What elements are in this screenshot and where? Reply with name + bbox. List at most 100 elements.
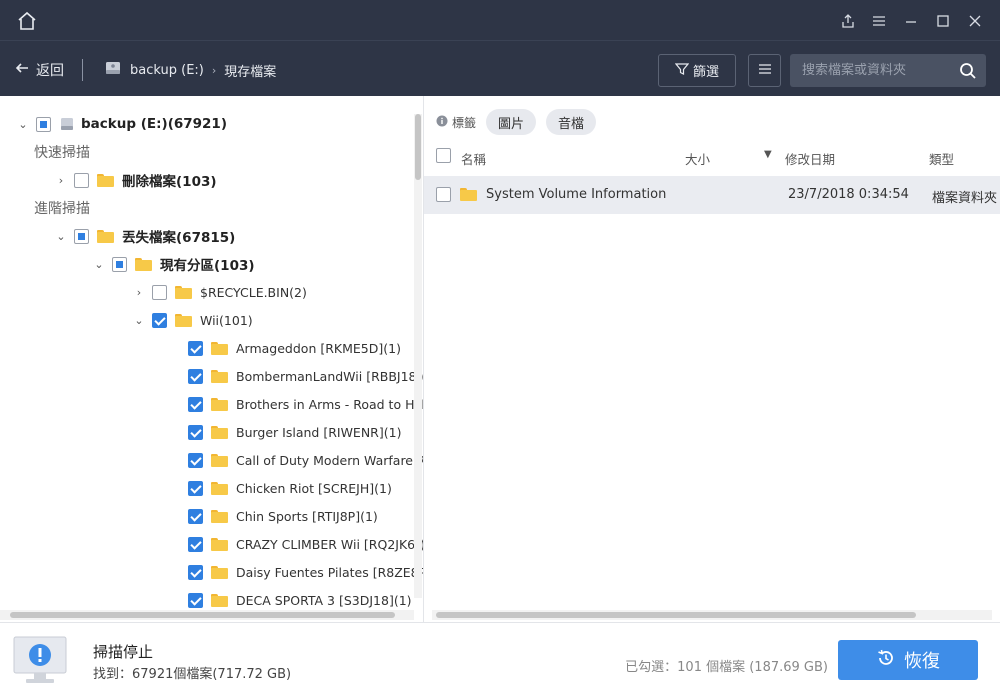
scrollbar-thumb[interactable] (436, 612, 916, 618)
tree-checkbox[interactable] (188, 396, 203, 412)
tree-item-label: 丟失檔案(67815) (122, 230, 236, 246)
breadcrumb-drive[interactable]: backup (E:) (130, 63, 204, 78)
chevron-down-icon[interactable]: ⌄ (92, 257, 106, 271)
folder-icon (211, 453, 228, 467)
tree-item-label: Armageddon [RKME5D](1) (236, 340, 401, 356)
list-icon (758, 62, 772, 80)
home-icon[interactable] (16, 10, 38, 32)
back-button[interactable]: 返回 (14, 59, 64, 81)
tree-item-game[interactable]: Chin Sports [RTIJ8P](1) (188, 502, 378, 530)
folder-icon (211, 565, 228, 579)
folder-icon (211, 481, 228, 495)
tree-item-game[interactable]: Daisy Fuentes Pilates [R8ZE8P](1) (188, 558, 423, 586)
chevron-down-icon[interactable]: ⌄ (16, 117, 30, 131)
tree-checkbox[interactable] (188, 536, 203, 552)
folder-icon (211, 341, 228, 355)
folder-icon (175, 313, 192, 327)
search-input[interactable] (790, 54, 950, 87)
back-label: 返回 (36, 63, 64, 79)
maximize-icon[interactable] (932, 10, 954, 32)
tree-item-label: Chin Sports [RTIJ8P](1) (236, 508, 378, 524)
tree-item-deleted[interactable]: › 刪除檔案(103) (54, 166, 217, 194)
tree-checkbox[interactable] (188, 368, 203, 384)
column-size[interactable]: 大小 (685, 149, 710, 168)
scrollbar-thumb[interactable] (415, 114, 421, 180)
row-checkbox[interactable] (436, 187, 451, 202)
tree-item-game[interactable]: Brothers in Arms - Road to Hill... (188, 390, 424, 418)
tree-horizontal-scrollbar[interactable] (0, 610, 414, 620)
found-count: 找到：67921個檔案(717.72 GB) (93, 667, 292, 682)
tree-item-game[interactable]: Call of Duty Modern Warfare R... (188, 446, 423, 474)
tree-root[interactable]: ⌄ backup (E:)(67921) (16, 110, 227, 138)
minimize-icon[interactable] (900, 10, 922, 32)
tag-pill-audio[interactable]: 音檔 (546, 109, 597, 135)
cell-modified: 23/7/2018 0:34:54 (788, 187, 909, 202)
tree-item-label: BombermanLandWii [RBBJ18](1) (236, 368, 424, 384)
tree-vertical-scrollbar[interactable] (414, 114, 422, 598)
tree-item-game[interactable]: Burger Island [RIWENR](1) (188, 418, 401, 446)
tree-checkbox[interactable] (112, 256, 127, 272)
tree-checkbox[interactable] (188, 452, 203, 468)
column-type[interactable]: 類型 (929, 149, 954, 168)
tree-checkbox[interactable] (74, 228, 89, 244)
chevron-right-icon[interactable]: › (54, 173, 68, 187)
hamburger-icon[interactable] (868, 10, 890, 32)
tag-pill-images[interactable]: 圖片 (486, 109, 537, 135)
tree-checkbox[interactable] (188, 424, 203, 440)
breadcrumb-current: 現存檔案 (224, 64, 277, 80)
tree-checkbox[interactable] (188, 564, 203, 580)
filter-icon (674, 62, 690, 80)
tree-item-recycle[interactable]: › $RECYCLE.BIN(2) (132, 278, 307, 306)
tree-item-game[interactable]: Armageddon [RKME5D](1) (188, 334, 401, 362)
filter-button[interactable]: 篩選 (658, 54, 736, 87)
status-footer: 掃描停止 找到：67921個檔案(717.72 GB) 已勾選：101 個檔案 … (0, 622, 1000, 700)
sort-down-icon[interactable]: ▼ (764, 149, 772, 160)
tag-filter-bar: 標籤 圖片 音檔 (436, 109, 597, 135)
tree-item-label: 現有分區(103) (160, 258, 255, 274)
filter-label: 篩選 (692, 65, 719, 80)
tree-checkbox[interactable] (188, 340, 203, 356)
tree-item-game[interactable]: Chicken Riot [SCREJH](1) (188, 474, 392, 502)
tree-item-label: Brothers in Arms - Road to Hill... (236, 396, 424, 412)
tree-item-label: Wii(101) (200, 312, 253, 328)
tree-checkbox[interactable] (188, 508, 203, 524)
tree-item-label: Burger Island [RIWENR](1) (236, 424, 402, 440)
tree-checkbox[interactable] (36, 116, 51, 132)
folder-icon (211, 369, 228, 383)
drive-icon (104, 59, 122, 81)
table-header: 名稱 大小 ▼ 修改日期 類型 (424, 144, 1000, 170)
close-icon[interactable] (964, 10, 986, 32)
chevron-down-icon[interactable]: ⌄ (54, 229, 68, 243)
view-menu-button[interactable] (748, 54, 781, 87)
tree-item-wii[interactable]: ⌄ Wii(101) (132, 306, 253, 334)
table-row[interactable]: System Volume Information 23/7/2018 0:34… (424, 176, 1000, 214)
column-name[interactable]: 名稱 (461, 149, 486, 168)
column-modified[interactable]: 修改日期 (785, 149, 835, 168)
recover-button[interactable]: 恢復 (838, 640, 978, 680)
file-list-panel: 標籤 圖片 音檔 名稱 大小 ▼ 修改日期 類型 System Volume I… (424, 96, 1000, 622)
tree-item-game[interactable]: CRAZY CLIMBER Wii [RQ2JK6](1) (188, 530, 424, 558)
tree-item-lost[interactable]: ⌄ 丟失檔案(67815) (54, 222, 235, 250)
select-all-checkbox[interactable] (436, 148, 451, 163)
recover-label: 恢復 (904, 651, 940, 672)
list-horizontal-scrollbar[interactable] (432, 610, 992, 620)
tree-item-label: CRAZY CLIMBER Wii [RQ2JK6](1) (236, 536, 424, 552)
tree-checkbox[interactable] (188, 480, 203, 496)
folder-icon (211, 593, 228, 607)
chevron-down-icon[interactable]: ⌄ (132, 313, 146, 327)
tree-checkbox[interactable] (152, 312, 167, 328)
export-icon[interactable] (837, 10, 859, 32)
folder-icon (135, 257, 152, 271)
tree-checkbox[interactable] (188, 592, 203, 608)
cell-name: System Volume Information (486, 187, 667, 202)
tree-checkbox[interactable] (74, 172, 89, 188)
tree-checkbox[interactable] (152, 284, 167, 300)
scrollbar-thumb[interactable] (10, 612, 395, 618)
search-icon[interactable] (958, 61, 978, 81)
folder-icon (211, 397, 228, 411)
monitor-alert-icon (12, 635, 68, 685)
tree-item-label: Daisy Fuentes Pilates [R8ZE8P](1) (236, 564, 423, 580)
tree-item-partition[interactable]: ⌄ 現有分區(103) (92, 250, 255, 278)
tree-item-game[interactable]: BombermanLandWii [RBBJ18](1) (188, 362, 424, 390)
chevron-right-icon[interactable]: › (132, 285, 146, 299)
